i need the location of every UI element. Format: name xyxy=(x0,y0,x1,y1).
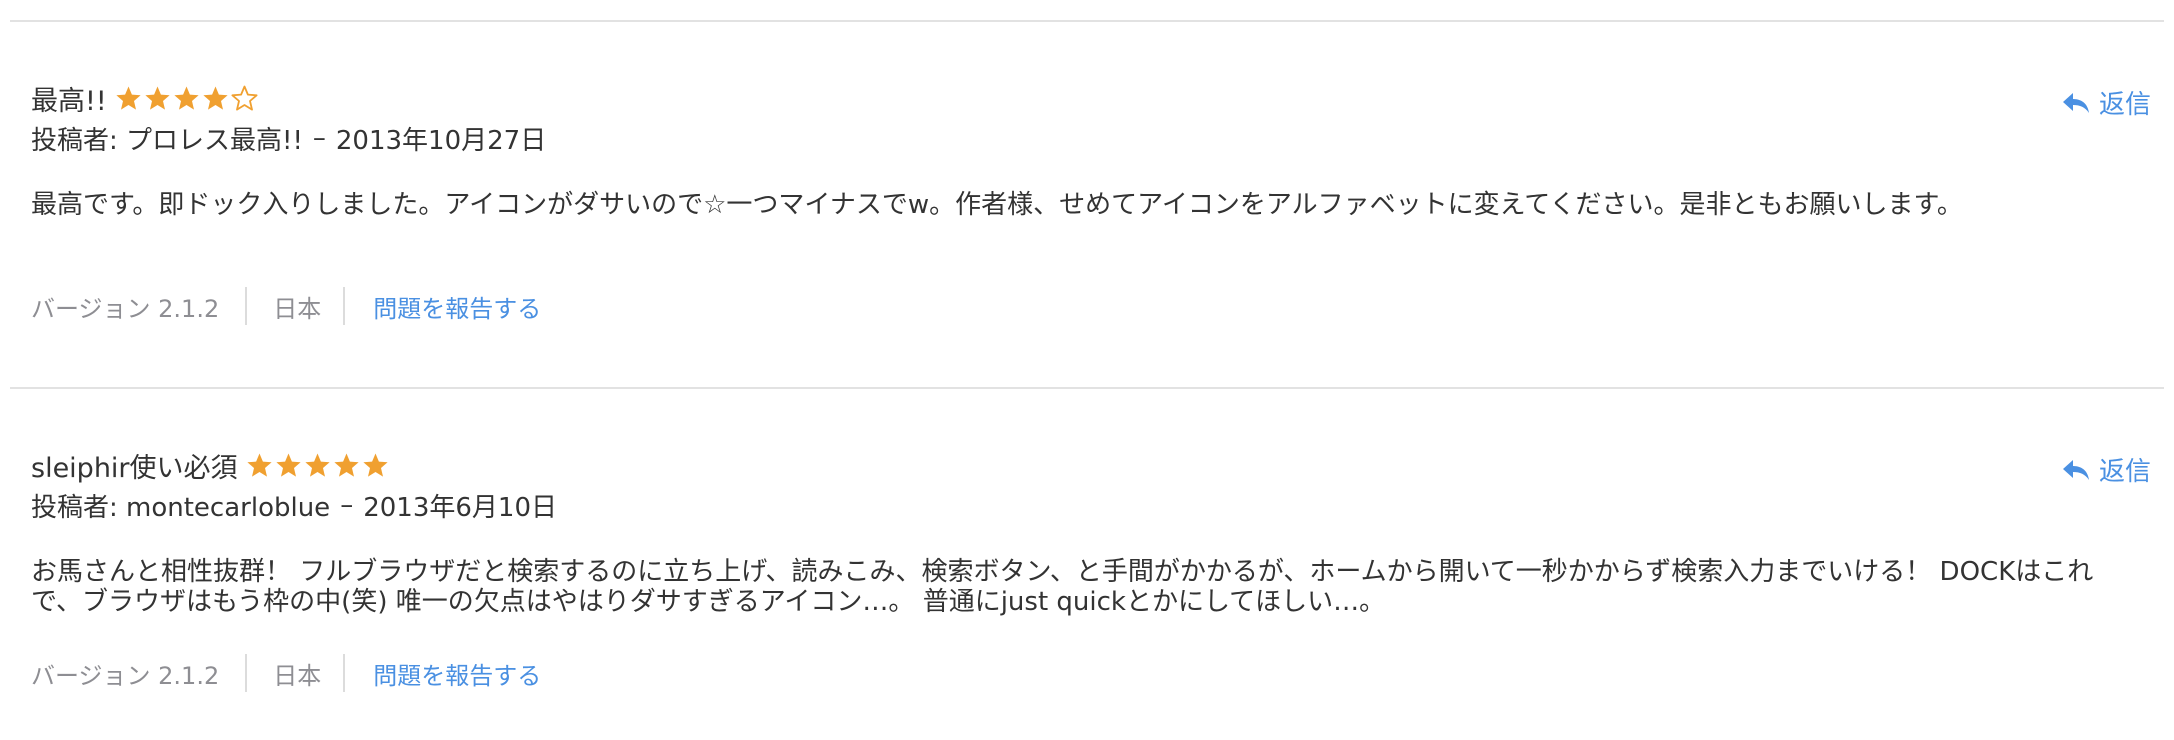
star-filled-icon xyxy=(275,452,302,479)
review-body: 最高です。即ドック入りしました。アイコンがダサいので☆一つマイナスでw。作者様、… xyxy=(31,190,1963,220)
star-filled-icon xyxy=(115,85,142,112)
review-item: 最高!! 投稿者: プロレス最高!! – 2013年10月27日 最高です。即ド… xyxy=(31,78,2151,338)
star-filled-icon xyxy=(173,85,200,112)
reply-label: 返信 xyxy=(2098,90,2151,120)
report-problem-link[interactable]: 問題を報告する xyxy=(345,289,541,324)
star-filled-icon xyxy=(246,452,273,479)
date-separator: – xyxy=(340,490,354,520)
star-empty-icon xyxy=(231,85,258,112)
review-meta: バージョン 2.1.2 日本 問題を報告する xyxy=(31,286,541,326)
review-item: sleiphir使い必須 投稿者: montecarloblue – 2013年… xyxy=(31,445,2151,705)
review-date: 2013年10月27日 xyxy=(335,125,547,156)
app-version: バージョン 2.1.2 xyxy=(31,661,220,690)
star-rating xyxy=(115,85,258,112)
star-filled-icon xyxy=(202,85,229,112)
reply-button[interactable]: 返信 xyxy=(2061,451,2151,488)
star-rating xyxy=(246,452,389,479)
reply-label: 返信 xyxy=(2098,457,2151,487)
star-filled-icon xyxy=(333,452,360,479)
review-country: 日本 xyxy=(273,661,322,690)
star-filled-icon xyxy=(362,452,389,479)
review-title: sleiphir使い必須 xyxy=(31,452,238,484)
review-title: 最高!! xyxy=(31,85,107,117)
review-title-line: 最高!! xyxy=(31,78,258,118)
report-problem-link[interactable]: 問題を報告する xyxy=(345,656,541,691)
star-filled-icon xyxy=(304,452,331,479)
date-separator: – xyxy=(312,123,326,153)
review-author: 投稿者: montecarloblue xyxy=(31,492,331,523)
review-meta: バージョン 2.1.2 日本 問題を報告する xyxy=(31,653,541,693)
review-divider xyxy=(10,387,2164,389)
review-author: 投稿者: プロレス最高!! xyxy=(31,125,303,156)
review-body: お馬さんと相性抜群！ フルブラウザだと検索するのに立ち上げ、読みこみ、検索ボタン… xyxy=(31,557,2094,617)
review-country: 日本 xyxy=(273,294,322,323)
app-version: バージョン 2.1.2 xyxy=(31,294,220,323)
reply-arrow-icon xyxy=(2061,457,2091,483)
reply-arrow-icon xyxy=(2061,90,2091,116)
star-filled-icon xyxy=(144,85,171,112)
review-author-line: 投稿者: montecarloblue – 2013年6月10日 xyxy=(31,487,557,523)
review-date: 2013年6月10日 xyxy=(363,492,557,523)
top-divider xyxy=(10,20,2164,22)
review-title-line: sleiphir使い必須 xyxy=(31,445,389,485)
review-author-line: 投稿者: プロレス最高!! – 2013年10月27日 xyxy=(31,120,546,156)
reply-button[interactable]: 返信 xyxy=(2061,84,2151,121)
